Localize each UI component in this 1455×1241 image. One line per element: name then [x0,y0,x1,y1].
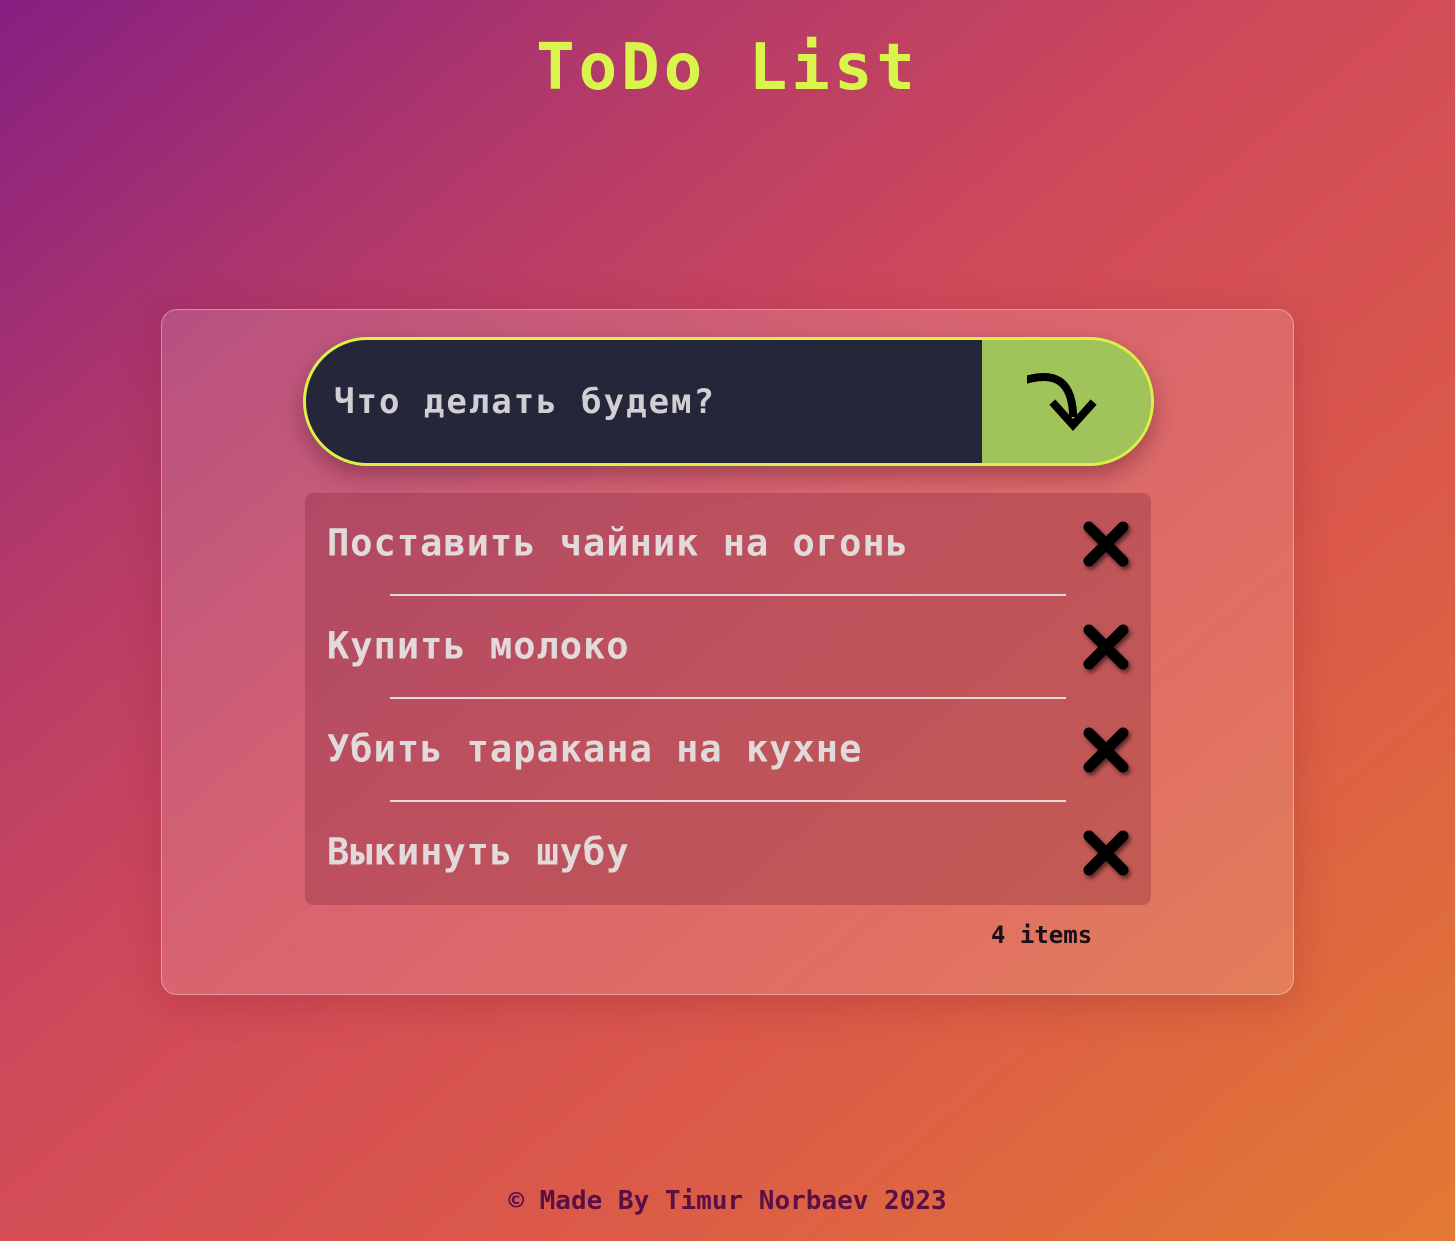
add-task-button[interactable] [982,340,1151,463]
input-group [303,337,1154,466]
todo-list-panel: Поставить чайник на огонь Купить молоко Уб… [305,493,1151,905]
todo-list: Поставить чайник на огонь Купить молоко Уб… [305,493,1151,905]
footer-credit: © Made By Timur Norbaev 2023 [508,1186,947,1216]
close-icon [1083,830,1129,876]
close-icon [1083,727,1129,773]
todo-text: Купить молоко [327,624,630,668]
delete-button[interactable] [1083,727,1129,773]
delete-button[interactable] [1083,830,1129,876]
delete-button[interactable] [1083,521,1129,567]
app-title: ToDo List [536,31,919,105]
items-count: 4 items [991,921,1093,949]
task-input[interactable] [306,340,982,463]
list-item[interactable]: Поставить чайник на огонь [305,493,1151,596]
todo-card: Поставить чайник на огонь Купить молоко Уб… [161,309,1294,995]
delete-button[interactable] [1083,624,1129,670]
close-icon [1083,624,1129,670]
curved-arrow-down-icon [1026,372,1097,431]
list-item[interactable]: Убить таракана на кухне [305,699,1151,802]
todo-text: Поставить чайник на огонь [327,521,909,565]
list-item[interactable]: Купить молоко [305,596,1151,699]
todo-text: Убить таракана на кухне [327,727,863,771]
list-item[interactable]: Выкинуть шубу [305,802,1151,905]
todo-text: Выкинуть шубу [327,830,630,874]
close-icon [1083,521,1129,567]
